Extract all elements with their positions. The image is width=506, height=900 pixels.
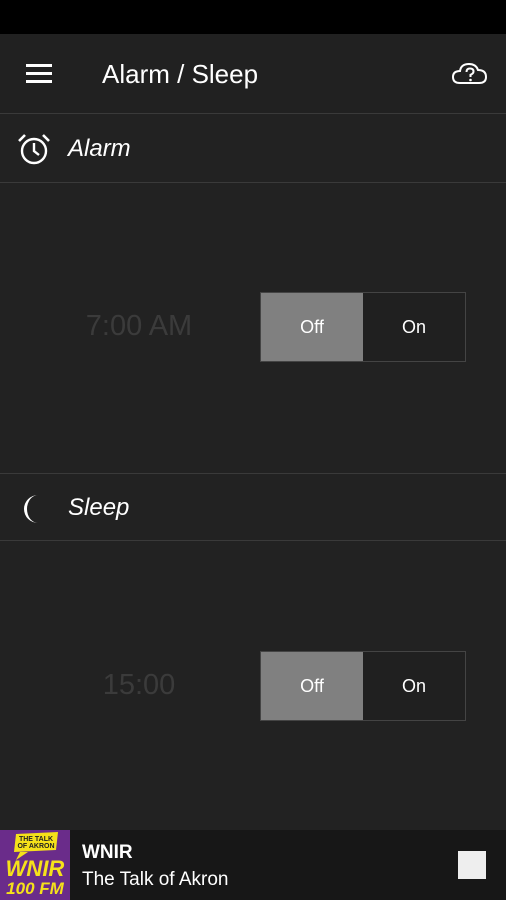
alarm-label: Alarm — [68, 135, 131, 162]
sleep-off-button[interactable]: Off — [261, 652, 363, 720]
station-description: The Talk of Akron — [82, 869, 229, 890]
status-bar — [0, 0, 506, 34]
alarm-on-button[interactable]: On — [363, 293, 465, 361]
help-button[interactable] — [450, 58, 490, 90]
cloud-question-icon — [451, 62, 488, 84]
page-title: Alarm / Sleep — [102, 59, 259, 89]
sleep-time[interactable]: 15:00 — [39, 669, 239, 702]
alarm-clock-icon — [18, 134, 50, 165]
crescent-moon-icon — [24, 495, 38, 523]
alarm-off-button[interactable]: Off — [261, 293, 363, 361]
hamburger-menu-icon — [26, 64, 52, 83]
now-playing-bar[interactable]: THE TALK OF AKRON WNIR 100 FM WNIR The T… — [0, 830, 506, 900]
sleep-toggle: Off On — [260, 651, 466, 721]
svg-text:100 FM: 100 FM — [6, 879, 64, 898]
sleep-label: Sleep — [68, 494, 130, 521]
stop-icon[interactable] — [458, 851, 486, 879]
sleep-on-button[interactable]: On — [363, 652, 465, 720]
station-logo: THE TALK OF AKRON WNIR 100 FM — [0, 830, 70, 900]
svg-text:OF AKRON: OF AKRON — [17, 843, 54, 850]
alarm-toggle: Off On — [260, 292, 466, 362]
sleep-section-header: Sleep — [0, 473, 506, 541]
svg-text:WNIR: WNIR — [6, 856, 65, 881]
menu-button[interactable] — [20, 58, 60, 90]
svg-text:THE TALK: THE TALK — [19, 836, 53, 843]
alarm-time[interactable]: 7:00 AM — [39, 310, 239, 343]
app-bar: Alarm / Sleep — [0, 34, 506, 114]
station-name: WNIR — [82, 842, 133, 863]
alarm-section-header: Alarm — [0, 115, 506, 183]
